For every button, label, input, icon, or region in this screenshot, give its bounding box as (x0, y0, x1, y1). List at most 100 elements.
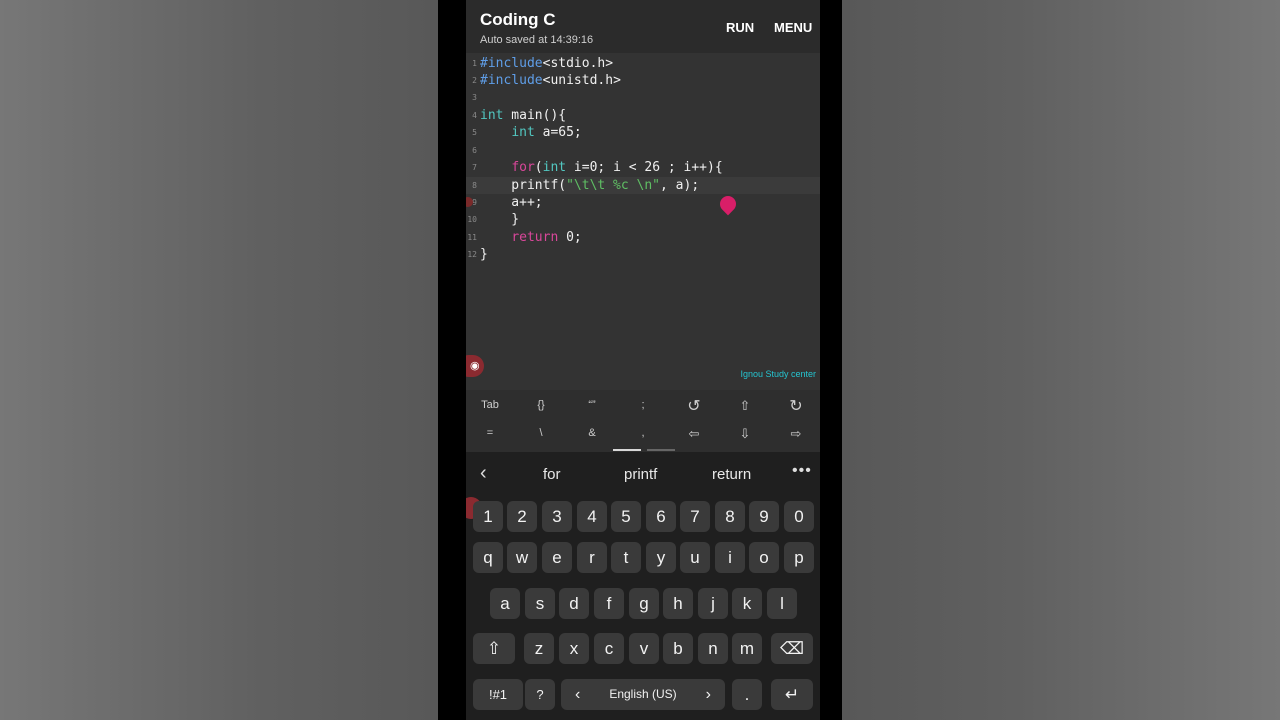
key-8[interactable]: 8 (715, 501, 745, 532)
chevron-right-icon[interactable]: › (706, 679, 711, 710)
key-3[interactable]: 3 (542, 501, 572, 532)
app-bar: Coding C Auto saved at 14:39:16 RUN MENU (466, 0, 820, 53)
key-1[interactable]: 1 (473, 501, 503, 532)
key-w[interactable]: w (507, 542, 537, 573)
key-j[interactable]: j (698, 588, 728, 619)
key-5[interactable]: 5 (611, 501, 641, 532)
key-7[interactable]: 7 (680, 501, 710, 532)
arrow-up-icon[interactable]: ⇧ (724, 398, 766, 414)
shift-icon: ⇧ (486, 639, 502, 658)
symbol-key-tab[interactable]: Tab (469, 399, 511, 411)
code-token: a=65; (534, 125, 582, 140)
key-u[interactable]: u (680, 542, 710, 573)
arrow-down-icon[interactable]: ⇩ (724, 426, 766, 442)
symbol-key-quotes[interactable]: “” (571, 399, 613, 411)
symbol-key-semicolon[interactable]: ; (622, 399, 664, 411)
code-line-active[interactable]: 8 printf("\t\t %c \n", a); (466, 177, 820, 194)
arrow-right-icon[interactable]: ⇨ (775, 426, 817, 442)
code-editor[interactable]: 1 #include<stdio.h> 2 #include<unistd.h>… (466, 53, 820, 390)
key-t[interactable]: t (611, 542, 641, 573)
code-token: <unistd.h> (542, 73, 621, 88)
key-x[interactable]: x (559, 633, 589, 664)
code-text: int main(){ (480, 107, 566, 124)
phone-frame: Coding C Auto saved at 14:39:16 RUN MENU… (438, 0, 842, 720)
chevron-left-icon[interactable]: ‹ (575, 679, 580, 710)
code-text: a++; (480, 194, 542, 211)
code-text: } (480, 246, 488, 263)
key-p[interactable]: p (784, 542, 814, 573)
code-line[interactable]: 4 int main(){ (466, 107, 820, 124)
space-bar[interactable]: ‹ English (US) › (561, 679, 725, 710)
arrow-left-icon[interactable]: ⇦ (673, 426, 715, 442)
key-a[interactable]: a (490, 588, 520, 619)
key-b[interactable]: b (663, 633, 693, 664)
key-l[interactable]: l (767, 588, 797, 619)
code-line[interactable]: 3 (466, 89, 820, 106)
page-indicator (647, 449, 675, 451)
key-i[interactable]: i (715, 542, 745, 573)
chevron-left-icon[interactable]: ‹ (480, 462, 487, 485)
key-e[interactable]: e (542, 542, 572, 573)
key-y[interactable]: y (646, 542, 676, 573)
line-number: 2 (472, 76, 477, 85)
code-line[interactable]: 11 return 0; (466, 229, 820, 246)
key-f[interactable]: f (594, 588, 624, 619)
symbol-key-ampersand[interactable]: & (571, 427, 613, 439)
key-m[interactable]: m (732, 633, 762, 664)
key-2[interactable]: 2 (507, 501, 537, 532)
code-token: #include (480, 56, 543, 71)
key-s[interactable]: s (525, 588, 555, 619)
code-line[interactable]: 9 a++; (466, 194, 820, 211)
key-6[interactable]: 6 (646, 501, 676, 532)
code-line[interactable]: 10 } (466, 211, 820, 228)
key-o[interactable]: o (749, 542, 779, 573)
enter-key[interactable]: ↵ (771, 679, 813, 710)
symbol-key-backslash[interactable]: \ (520, 427, 562, 439)
suggestion-printf[interactable]: printf (624, 466, 657, 483)
key-n[interactable]: n (698, 633, 728, 664)
backspace-key[interactable]: ⌫ (771, 633, 813, 664)
code-line[interactable]: 7 for(int i=0; i < 26 ; i++){ (466, 159, 820, 176)
camera-icon: ◉ (470, 360, 480, 372)
code-line[interactable]: 12 } (466, 246, 820, 263)
key-h[interactable]: h (663, 588, 693, 619)
background-left (0, 0, 438, 720)
code-token: int (480, 108, 504, 123)
space-language-label: English (US) (609, 687, 677, 701)
key-c[interactable]: c (594, 633, 624, 664)
code-line[interactable]: 6 (466, 142, 820, 159)
key-4[interactable]: 4 (577, 501, 607, 532)
key-z[interactable]: z (524, 633, 554, 664)
symbols-key[interactable]: !#1 (473, 679, 523, 710)
redo-icon[interactable]: ↻ (775, 396, 817, 416)
symbol-key-comma[interactable]: , (622, 427, 664, 439)
key-question[interactable]: ? (525, 679, 555, 710)
undo-icon[interactable]: ↺ (673, 396, 715, 416)
enter-icon: ↵ (784, 685, 800, 704)
code-text: #include<stdio.h> (480, 55, 613, 72)
symbol-key-braces[interactable]: {} (520, 399, 562, 411)
key-k[interactable]: k (732, 588, 762, 619)
key-0[interactable]: 0 (784, 501, 814, 532)
more-horizontal-icon[interactable]: ••• (792, 462, 812, 480)
code-token: i=0; i < 26 ; i++){ (566, 160, 723, 175)
code-line[interactable]: 5 int a=65; (466, 124, 820, 141)
key-q[interactable]: q (473, 542, 503, 573)
key-g[interactable]: g (629, 588, 659, 619)
menu-button[interactable]: MENU (774, 20, 812, 35)
code-token: , a); (660, 178, 700, 193)
backspace-icon: ⌫ (779, 639, 805, 658)
key-d[interactable]: d (559, 588, 589, 619)
code-line[interactable]: 1 #include<stdio.h> (466, 55, 820, 72)
shift-key[interactable]: ⇧ (473, 633, 515, 664)
key-9[interactable]: 9 (749, 501, 779, 532)
code-text: } (480, 211, 519, 228)
code-line[interactable]: 2 #include<unistd.h> (466, 72, 820, 89)
symbol-key-equals[interactable]: = (469, 427, 511, 439)
key-period[interactable]: . (732, 679, 762, 710)
suggestion-return[interactable]: return (712, 466, 751, 483)
key-r[interactable]: r (577, 542, 607, 573)
key-v[interactable]: v (629, 633, 659, 664)
run-button[interactable]: RUN (726, 20, 754, 35)
suggestion-for[interactable]: for (543, 466, 561, 483)
